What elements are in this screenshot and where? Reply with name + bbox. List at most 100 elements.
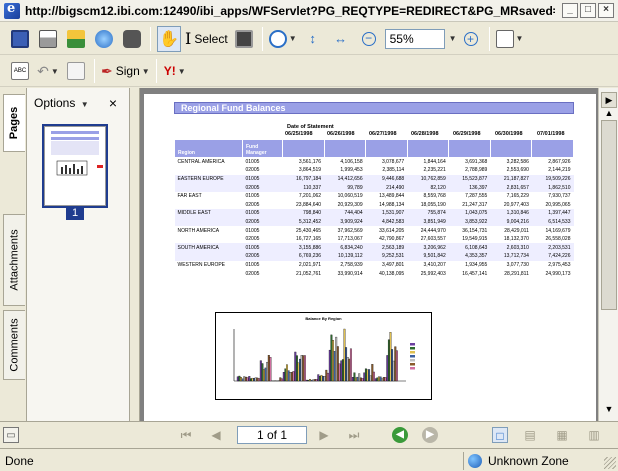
- zoom-in-button[interactable]: +: [459, 26, 483, 52]
- value-cell: 4,353,357: [448, 252, 491, 261]
- zoom-level-input[interactable]: 55%: [384, 28, 445, 49]
- value-cell: 33,614,205: [379, 227, 405, 234]
- scroll-down-icon[interactable]: ▼: [601, 402, 617, 418]
- chart-bar: [315, 379, 318, 382]
- maximize-button[interactable]: □: [580, 3, 596, 18]
- first-page-icon[interactable]: ⏮: [178, 427, 194, 443]
- chart-bar: [249, 378, 252, 382]
- fit-page-button[interactable]: ↕: [301, 26, 325, 52]
- manager-cell: 02005: [245, 201, 260, 208]
- organizer-button[interactable]: [64, 26, 88, 52]
- value-cell: 1,862,510: [531, 183, 574, 192]
- chart-bar: [279, 377, 282, 382]
- legend-swatch: [410, 367, 415, 370]
- chart-bar: [246, 377, 249, 382]
- page-thumbnail[interactable]: [44, 126, 106, 206]
- value-cell: 20,995,065: [545, 201, 571, 208]
- table-row: 02005 16,727,165 17,713,067 42,790,867 27,60…: [175, 235, 574, 244]
- value-cell: 21,247,317: [462, 201, 488, 208]
- chart-canvas: [233, 328, 415, 382]
- value-cell: 16,727,165: [296, 236, 322, 243]
- yahoo-button[interactable]: Y! ▼: [163, 58, 187, 84]
- page-number-input[interactable]: 1 of 1: [237, 426, 307, 444]
- value-cell: 2,235,221: [423, 167, 446, 174]
- tab-comments[interactable]: Comments: [3, 310, 25, 380]
- chart-bar: [297, 362, 300, 382]
- value-cell: 1,844,164: [423, 159, 446, 166]
- email-button[interactable]: [92, 26, 116, 52]
- previous-view-icon[interactable]: ◀: [392, 427, 408, 443]
- tab-pages[interactable]: Pages: [3, 94, 25, 152]
- globe-icon: [468, 454, 482, 468]
- manager-cell: 02005: [242, 183, 283, 192]
- hand-tool-button[interactable]: ✋: [157, 25, 181, 52]
- resize-grip-icon[interactable]: [604, 457, 616, 469]
- value-cell: 3,078,677: [381, 159, 405, 166]
- date-col-6: 06/30/1998: [495, 131, 523, 137]
- document-viewport: Regional Fund Balances Date of Statement…: [140, 88, 598, 421]
- chart-bar: [381, 378, 384, 382]
- value-cell: 13,489,844: [379, 193, 405, 200]
- value-cell: 1,397,447: [531, 209, 574, 218]
- panel-splitter[interactable]: [130, 88, 140, 421]
- table-row: FAR EAST 01005 7,201,062 10,060,519 13,489,8…: [175, 192, 574, 201]
- search-button[interactable]: [120, 26, 144, 52]
- minimize-button[interactable]: _: [562, 3, 578, 18]
- undo-button[interactable]: ↶ ▼: [36, 58, 60, 84]
- manager-cell: 01005: [245, 261, 260, 268]
- table-row: 02005 6,769,236 10,139,112 9,252,531 9,501,8…: [174, 252, 574, 261]
- chart-bar: [286, 364, 288, 382]
- continuous-page-icon[interactable]: ▤: [522, 427, 538, 443]
- value-cell: 7,424,226: [531, 252, 574, 261]
- continuous-facing-icon[interactable]: ▥: [586, 427, 602, 443]
- chart-bar: [305, 379, 308, 382]
- chart-bar: [374, 378, 377, 382]
- value-cell: 2,831,657: [490, 183, 532, 192]
- text-cursor-icon: I: [185, 29, 192, 48]
- zoom-out-button[interactable]: −: [357, 26, 381, 52]
- value-cell: 15,523,877: [448, 174, 491, 184]
- value-header: [323, 139, 367, 158]
- panel-menu-icon[interactable]: ▭: [3, 427, 19, 443]
- close-button[interactable]: ×: [598, 3, 614, 18]
- chart-bar: [253, 378, 256, 382]
- chart-title: Balance By Region: [305, 316, 342, 321]
- previous-page-icon[interactable]: ◀: [208, 427, 224, 443]
- close-panel-icon[interactable]: ×: [109, 95, 117, 111]
- single-page-icon[interactable]: □: [492, 427, 508, 443]
- facing-pages-icon[interactable]: ▦: [554, 427, 570, 443]
- chart-bar: [330, 334, 333, 382]
- region-cell: WESTERN EUROPE: [177, 261, 226, 268]
- spellcheck-button[interactable]: ABC: [8, 58, 32, 84]
- snapshot-button[interactable]: [232, 26, 256, 52]
- legend-swatch: [410, 351, 415, 354]
- options-menu[interactable]: Options ▼: [34, 96, 89, 110]
- region-cell: [175, 166, 243, 175]
- manager-cell: 01005: [245, 193, 260, 200]
- print-button[interactable]: [36, 26, 60, 52]
- copy-button[interactable]: [64, 58, 88, 84]
- scroll-thumb[interactable]: [601, 120, 617, 310]
- vertical-scrollbar[interactable]: ▶ ▲ ▼: [598, 88, 618, 421]
- value-cell: 10,060,519: [337, 193, 363, 200]
- value-cell: 40,138,095: [379, 270, 405, 277]
- tab-attachments[interactable]: Attachments: [3, 214, 25, 306]
- select-tool-button[interactable]: I Select: [185, 26, 228, 52]
- sign-button[interactable]: ✒ Sign ▼: [101, 58, 150, 84]
- region-cell: [174, 252, 243, 261]
- value-cell: 5,312,452: [282, 217, 325, 227]
- minus-circle-icon: −: [361, 31, 376, 46]
- sign-label: Sign: [115, 64, 140, 78]
- organizer-icon: [67, 29, 85, 48]
- date-header-label: Date of Statement: [287, 124, 334, 130]
- last-page-icon[interactable]: ⏭: [346, 427, 362, 443]
- zoom-in-tool-button[interactable]: ▼: [268, 26, 297, 52]
- chart-bar: [379, 376, 382, 382]
- next-page-icon[interactable]: ▶: [316, 427, 332, 443]
- next-view-icon[interactable]: ▶: [422, 427, 438, 443]
- pages-menu-button[interactable]: ▼: [495, 26, 523, 52]
- zoom-dropdown-icon[interactable]: ▼: [449, 34, 457, 43]
- fit-width-button[interactable]: ↔: [329, 26, 353, 52]
- table-row: 02005 110,337 99,789 214,490 82,120 136,397 2,…: [174, 183, 574, 192]
- save-button[interactable]: [8, 26, 32, 52]
